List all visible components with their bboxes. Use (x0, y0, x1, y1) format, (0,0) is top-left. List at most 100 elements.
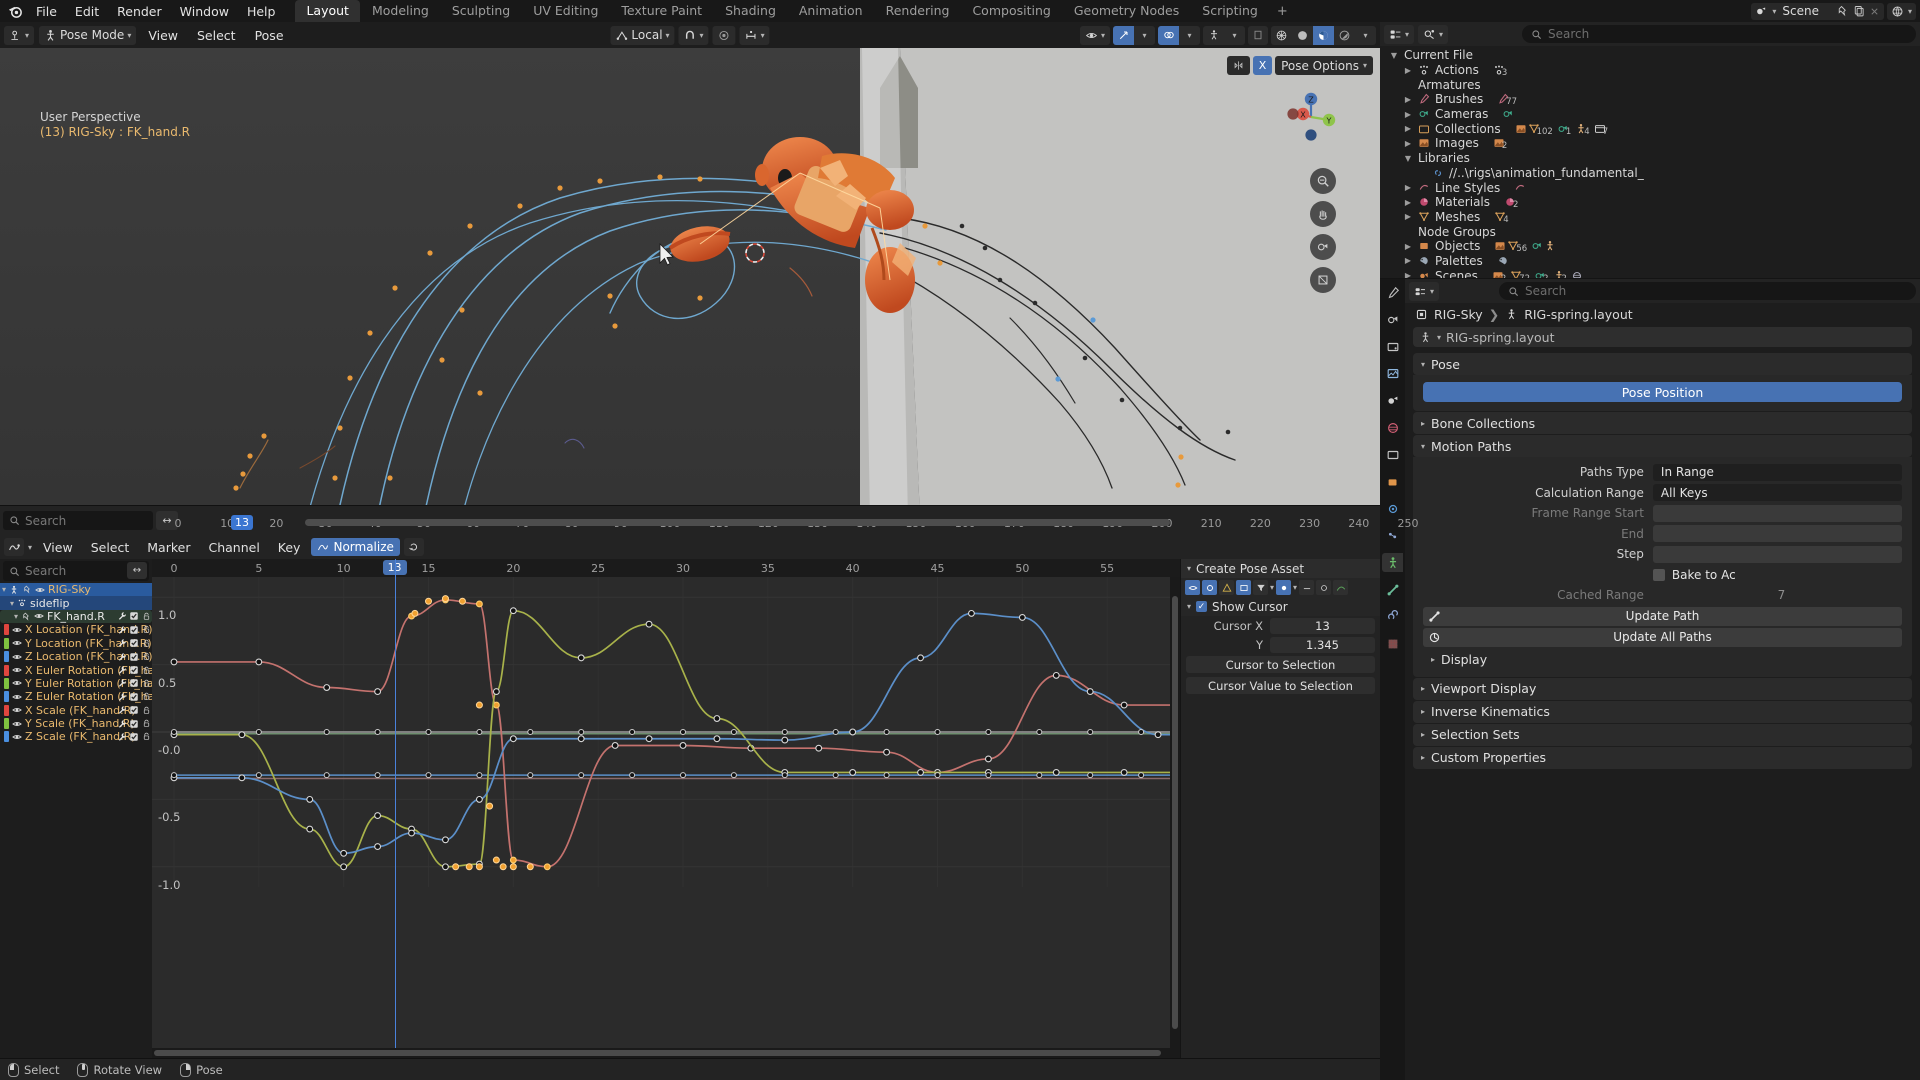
update-all-paths-button[interactable]: Update All Paths (1423, 628, 1902, 647)
chevron-down-icon[interactable]: ▼ (1402, 154, 1414, 163)
panel-bone-collections-header[interactable]: ▸ Bone Collections (1413, 412, 1912, 434)
pin-icon[interactable] (21, 611, 31, 621)
cursor-to-selection-button[interactable]: Cursor to Selection (1186, 656, 1375, 673)
visibility-eye-icon[interactable] (12, 678, 22, 688)
shading-material-preview-icon[interactable] (1313, 26, 1334, 45)
panel-motion-paths-header[interactable]: ▾ Motion Paths (1413, 435, 1912, 457)
outliner-row[interactable]: ▶Collections102147 (1380, 121, 1920, 136)
mute-checkbox-icon[interactable] (129, 625, 139, 635)
modifier-wrench-icon[interactable] (117, 705, 127, 715)
outliner-search-input[interactable]: Search (1522, 25, 1916, 43)
tab-collection-icon[interactable] (1382, 445, 1403, 464)
filter-drivers-icon[interactable] (1236, 580, 1251, 595)
channel-row-fcurve[interactable]: Y Euler Rotation (FK_hand.R) (0, 677, 152, 690)
outliner-row[interactable]: Node Groups (1380, 224, 1920, 239)
channel-row-action[interactable]: ▾sideflip (0, 596, 152, 609)
outliner-row[interactable]: ▼Current File (1380, 48, 1920, 63)
filter-only-selected-icon[interactable] (1185, 580, 1200, 595)
timeline-search-input[interactable]: Search (3, 511, 153, 530)
overlay-toggle-group[interactable]: ▾ (1158, 26, 1200, 45)
modifier-wrench-icon[interactable] (117, 692, 127, 702)
channel-row-fcurve[interactable]: Y Location (FK_hand.R) (0, 637, 152, 650)
armature-id-block[interactable]: ▾ RIG-spring.layout (1413, 327, 1912, 347)
viewport-menu-select[interactable]: Select (190, 27, 243, 44)
viewport-menu-view[interactable]: View (141, 27, 185, 44)
channel-row-object[interactable]: ▾RIG-Sky (0, 583, 152, 596)
visibility-eye-icon[interactable] (12, 652, 22, 662)
menu-window[interactable]: Window (172, 2, 237, 21)
mute-checkbox-icon[interactable] (129, 638, 139, 648)
visibility-eye-icon[interactable] (35, 585, 45, 595)
properties-search-input[interactable]: Search (1499, 282, 1916, 300)
outliner-row[interactable]: ▶Objects56 (1380, 239, 1920, 254)
modifier-wrench-icon[interactable] (117, 665, 127, 675)
scrollbar-thumb[interactable] (154, 1050, 1161, 1056)
panel-viewport-display-header[interactable]: ▸ Viewport Display (1413, 678, 1912, 700)
pin-icon[interactable] (1837, 5, 1849, 17)
tab-object-data-icon[interactable] (1382, 553, 1403, 572)
auto-normalize-icon[interactable] (404, 538, 424, 556)
breadcrumb-data[interactable]: RIG-spring.layout (1524, 307, 1632, 322)
mute-checkbox-icon[interactable] (129, 732, 139, 742)
visibility-eye-icon[interactable] (12, 625, 22, 635)
tab-animation[interactable]: Animation (788, 0, 874, 22)
tab-sculpting[interactable]: Sculpting (441, 0, 521, 22)
mute-checkbox-icon[interactable] (129, 665, 139, 675)
lock-icon[interactable] (141, 719, 151, 729)
pose-xmirror-toggle[interactable] (1227, 56, 1250, 75)
lock-icon[interactable] (141, 665, 151, 675)
visibility-eye-icon[interactable] (34, 611, 44, 621)
outliner-row[interactable]: ▶Actions3 (1380, 63, 1920, 78)
channel-row-fcurve[interactable]: Y Scale (FK_hand.R) (0, 717, 152, 730)
timeline-ruler[interactable]: 0102030405060708090100110120130140150160… (150, 506, 1380, 536)
outliner-row[interactable]: ▼Libraries (1380, 151, 1920, 166)
timeline-playhead[interactable]: 13 (231, 515, 253, 530)
modifier-wrench-icon[interactable] (117, 652, 127, 662)
handles-icon[interactable] (1333, 580, 1348, 595)
tab-render-icon[interactable] (1382, 310, 1403, 329)
tab-scripting[interactable]: Scripting (1191, 0, 1269, 22)
viewport-3d[interactable]: ▾ Pose Mode ▾ View Select Pose Local ▾ (0, 22, 1380, 505)
lock-icon[interactable] (141, 611, 151, 621)
tab-physics-icon[interactable] (1382, 634, 1403, 653)
lock-icon[interactable] (141, 732, 151, 742)
tab-texture-paint[interactable]: Texture Paint (610, 0, 713, 22)
properties-editor-type-selector[interactable]: ▾ (1409, 282, 1439, 301)
cursor-value-to-selection-button[interactable]: Cursor Value to Selection (1186, 677, 1375, 694)
outliner-row[interactable]: ▶Line Styles (1380, 180, 1920, 195)
channel-filter-swap-button[interactable]: ↔ (127, 562, 147, 579)
zoom-icon[interactable] (1310, 168, 1336, 194)
lock-icon[interactable] (141, 705, 151, 715)
show-cursor-panel-header[interactable]: ▾ ✓ Show Cursor (1181, 597, 1380, 616)
graph-menu-marker[interactable]: Marker (140, 539, 197, 556)
chevron-right-icon[interactable]: ▶ (1402, 242, 1414, 251)
breadcrumb-object[interactable]: RIG-Sky (1434, 307, 1483, 322)
chevron-down-icon[interactable]: ▾ (10, 599, 14, 608)
frame-range-end-value[interactable] (1653, 525, 1902, 542)
gizmo-icon[interactable] (1113, 26, 1134, 45)
channel-row-fcurve[interactable]: Z Scale (FK_hand.R) (0, 730, 152, 743)
chevron-down-icon[interactable]: ▾ (1224, 26, 1245, 45)
panel-display-header[interactable]: ▸ Display (1413, 649, 1912, 671)
shading-wireframe-icon[interactable] (1271, 26, 1292, 45)
chevron-right-icon[interactable]: ▶ (1402, 183, 1414, 192)
visibility-eye-icon[interactable] (12, 665, 22, 675)
tab-uv-editing[interactable]: UV Editing (522, 0, 609, 22)
outliner-editor-type-selector[interactable]: ▾ (1384, 25, 1414, 44)
cursor-y-value[interactable]: 1.345 (1270, 637, 1375, 653)
lock-icon[interactable] (141, 625, 151, 635)
overlays-icon[interactable] (1158, 26, 1179, 45)
graph-menu-channel[interactable]: Channel (201, 539, 266, 556)
visibility-eye-icon[interactable] (12, 638, 22, 648)
visibility-eye-icon[interactable] (12, 719, 22, 729)
tab-scene-icon[interactable] (1382, 391, 1403, 410)
proportional-icon[interactable] (1316, 580, 1331, 595)
tab-object-icon[interactable] (1382, 472, 1403, 491)
chevron-right-icon[interactable]: ▶ (1402, 256, 1414, 265)
modifier-wrench-icon[interactable] (117, 732, 127, 742)
mute-checkbox-icon[interactable] (129, 692, 139, 702)
outliner-row[interactable]: ▶Meshes4 (1380, 210, 1920, 225)
channel-list[interactable]: Search ↔ ▾RIG-Sky▾sideflip▾FK_hand.RX Lo… (0, 559, 152, 1058)
graph-editor-type-selector[interactable] (4, 538, 24, 556)
pose-position-button[interactable]: Pose Position (1423, 382, 1902, 402)
